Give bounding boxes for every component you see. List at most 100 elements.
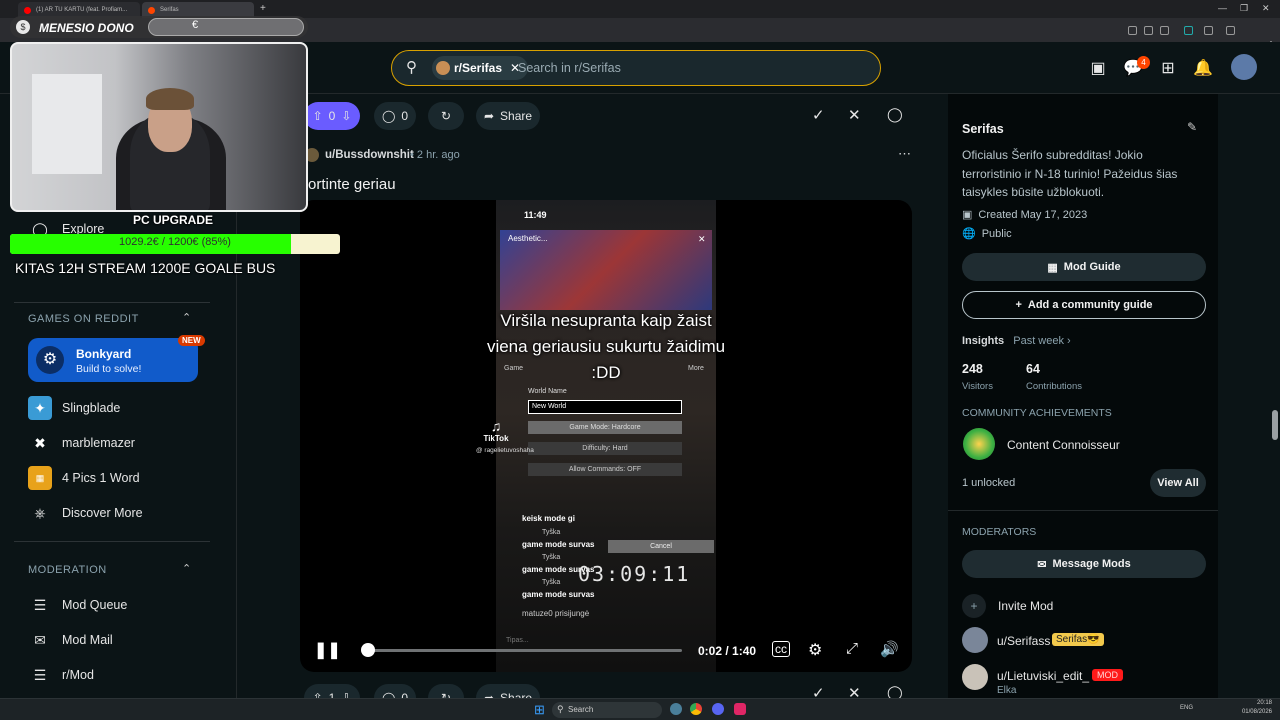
cast-icon[interactable] bbox=[1144, 26, 1153, 35]
clock-time[interactable]: 20:18 bbox=[1238, 700, 1272, 706]
webcam-overlay bbox=[10, 42, 308, 212]
seek-handle[interactable] bbox=[361, 643, 376, 657]
time-display: 0:02 / 1:40 bbox=[698, 644, 757, 658]
new-tab-icon[interactable]: + bbox=[260, 3, 266, 14]
post-options-icon[interactable]: ⋯ bbox=[898, 146, 911, 162]
featured-game-card[interactable]: ⚙ Bonkyard Build to solve! bbox=[28, 338, 198, 382]
view-all-button[interactable]: View All bbox=[1150, 469, 1206, 497]
add-guide-button[interactable]: + Add a community guide bbox=[962, 291, 1206, 319]
extension-icon[interactable] bbox=[1184, 26, 1193, 35]
clock-date[interactable]: 01/08/2026 bbox=[1238, 709, 1272, 715]
windows-start-icon[interactable]: ⊞ bbox=[534, 702, 545, 718]
search-bar[interactable]: ⚲ r/Serifas ✕ Search in r/Serifas bbox=[391, 50, 881, 86]
goal-progress-text: 1029.2€ / 1200€ (85%) bbox=[119, 236, 231, 248]
zoom-icon[interactable] bbox=[1128, 26, 1137, 35]
streamer-name: Aesthetic... bbox=[508, 234, 548, 243]
moderators-header: MODERATORS bbox=[962, 526, 1037, 538]
user-avatar[interactable] bbox=[1231, 54, 1257, 80]
cancel-option: Cancel bbox=[608, 540, 714, 553]
sidebar-item-discover-more[interactable]: ⎈ Discover More bbox=[28, 498, 208, 528]
captions-icon[interactable]: cc bbox=[772, 641, 790, 657]
globe-icon: 🌐 bbox=[962, 228, 976, 240]
youtube-icon bbox=[24, 7, 31, 14]
comment-count: 0 bbox=[401, 109, 409, 123]
create-post-icon[interactable]: ⊞ bbox=[1157, 58, 1179, 80]
chevron-up-icon[interactable]: ⌃ bbox=[182, 311, 191, 324]
mod-guide-button[interactable]: ▦ Mod Guide bbox=[962, 253, 1206, 281]
tiktok-frame: 11:49 Aesthetic... ✕ Game More World Nam… bbox=[496, 200, 716, 672]
hair-shape bbox=[146, 88, 194, 110]
insights-link[interactable]: Insights Past week › bbox=[962, 335, 1071, 347]
maximize-icon[interactable]: ❐ bbox=[1240, 3, 1248, 14]
message-mods-button[interactable]: ✉ Message Mods bbox=[962, 550, 1206, 578]
downvote-icon[interactable]: ⇩ bbox=[341, 109, 351, 123]
video-caption: Viršila nesupranta kaip žaist viena geri… bbox=[486, 311, 726, 382]
approve-icon[interactable]: ✓ bbox=[812, 106, 825, 124]
tiktok-app-icon[interactable] bbox=[734, 703, 746, 715]
community-filter-chip[interactable]: r/Serifas ✕ bbox=[432, 56, 529, 80]
comments-button[interactable]: ◯ 0 bbox=[374, 102, 416, 130]
tiktok-close-icon: ✕ bbox=[698, 234, 706, 244]
crosspost-icon: ↻ bbox=[440, 109, 452, 123]
moderator-name[interactable]: u/Serifass bbox=[997, 634, 1050, 648]
language-indicator[interactable]: ENG bbox=[1180, 705, 1193, 711]
community-chip-label: r/Serifas bbox=[454, 61, 503, 75]
pause-icon[interactable]: ❚❚ bbox=[314, 640, 341, 660]
share-button[interactable]: ➦ Share bbox=[476, 102, 540, 130]
goal-title: PC UPGRADE bbox=[133, 213, 214, 227]
message-mods-label: Message Mods bbox=[1052, 558, 1131, 570]
new-badge: NEW bbox=[178, 335, 205, 346]
sidebar-item-r-mod[interactable]: ☰ r/Mod bbox=[28, 660, 208, 690]
sidebar-item-slingblade[interactable]: ✦ Slingblade bbox=[28, 393, 208, 423]
extensions-icon[interactable] bbox=[1204, 26, 1213, 35]
sidebar-item-4-pics-1-word[interactable]: ▦ 4 Pics 1 Word bbox=[28, 463, 208, 493]
tiktok-watermark: ♫ TikTok bbox=[476, 418, 516, 443]
volume-icon[interactable]: 🔊 bbox=[880, 640, 899, 658]
moderation-section-header[interactable]: MODERATION bbox=[28, 564, 107, 576]
post-title[interactable]: ortinte geriau bbox=[308, 176, 396, 193]
chevron-up-icon[interactable]: ⌃ bbox=[182, 562, 191, 575]
bookmark-icon[interactable] bbox=[1160, 26, 1169, 35]
crosspost-button[interactable]: ↻ bbox=[428, 102, 464, 130]
moderator-avatar[interactable] bbox=[962, 627, 988, 653]
edit-icon[interactable]: ✎ bbox=[1187, 120, 1197, 134]
seek-bar[interactable] bbox=[362, 649, 682, 652]
notifications-icon[interactable]: 🔔 bbox=[1192, 58, 1214, 80]
vote-pill[interactable]: ⇧ 0 ⇩ bbox=[304, 102, 360, 130]
settings-icon[interactable]: ⚙ bbox=[808, 640, 822, 660]
taskbar-search[interactable]: ⚲ Search bbox=[552, 702, 662, 718]
featured-game-title: Bonkyard bbox=[76, 347, 132, 361]
remove-icon[interactable]: ✕ bbox=[848, 106, 861, 124]
close-window-icon[interactable]: ✕ bbox=[1262, 3, 1270, 14]
contributions-label: Contributions bbox=[1026, 381, 1082, 392]
game-mode-option: Game Mode: Hardcore bbox=[528, 421, 682, 434]
explorer-icon[interactable] bbox=[670, 703, 682, 715]
mod-shield-icon[interactable]: ◯ bbox=[887, 106, 903, 123]
minimize-icon[interactable]: — bbox=[1218, 3, 1227, 13]
video-player[interactable]: 11:49 Aesthetic... ✕ Game More World Nam… bbox=[300, 200, 912, 672]
mod-queue-icon: ☰ bbox=[33, 596, 47, 613]
community-avatar bbox=[436, 61, 450, 75]
upvote-icon[interactable]: ⇧ bbox=[313, 109, 323, 123]
sidebar-icon[interactable] bbox=[1226, 26, 1235, 35]
sidebar-item-mod-queue[interactable]: ☰ Mod Queue bbox=[28, 590, 208, 620]
invite-mod-button[interactable]: + Invite Mod bbox=[962, 594, 1053, 618]
post-time: 2 hr. ago bbox=[416, 149, 460, 161]
games-section-header[interactable]: GAMES ON REDDIT bbox=[28, 313, 139, 325]
difficulty-option: Difficulty: Hard bbox=[528, 442, 682, 455]
post-author[interactable]: u/Bussdownshit bbox=[325, 149, 414, 161]
moderator-name[interactable]: u/Lietuviski_edit_ bbox=[997, 669, 1089, 683]
moderator-avatar[interactable] bbox=[962, 664, 988, 690]
advertise-icon[interactable]: ▣ bbox=[1087, 58, 1109, 80]
donation-value: € bbox=[192, 19, 199, 31]
search-input[interactable]: Search in r/Serifas bbox=[518, 61, 621, 75]
page-scrollbar[interactable] bbox=[1272, 410, 1278, 440]
bonkyard-icon: ⚙ bbox=[36, 346, 64, 374]
discord-icon[interactable] bbox=[712, 703, 724, 715]
fullscreen-icon[interactable]: ⤢ bbox=[846, 640, 858, 657]
chrome-icon[interactable] bbox=[690, 703, 702, 715]
search-icon: ⚲ bbox=[557, 704, 564, 714]
sidebar-item-marblemazer[interactable]: ✖ marblemazer bbox=[28, 428, 208, 458]
reddit-icon bbox=[148, 7, 155, 14]
sidebar-item-mod-mail[interactable]: ✉ Mod Mail bbox=[28, 625, 208, 655]
